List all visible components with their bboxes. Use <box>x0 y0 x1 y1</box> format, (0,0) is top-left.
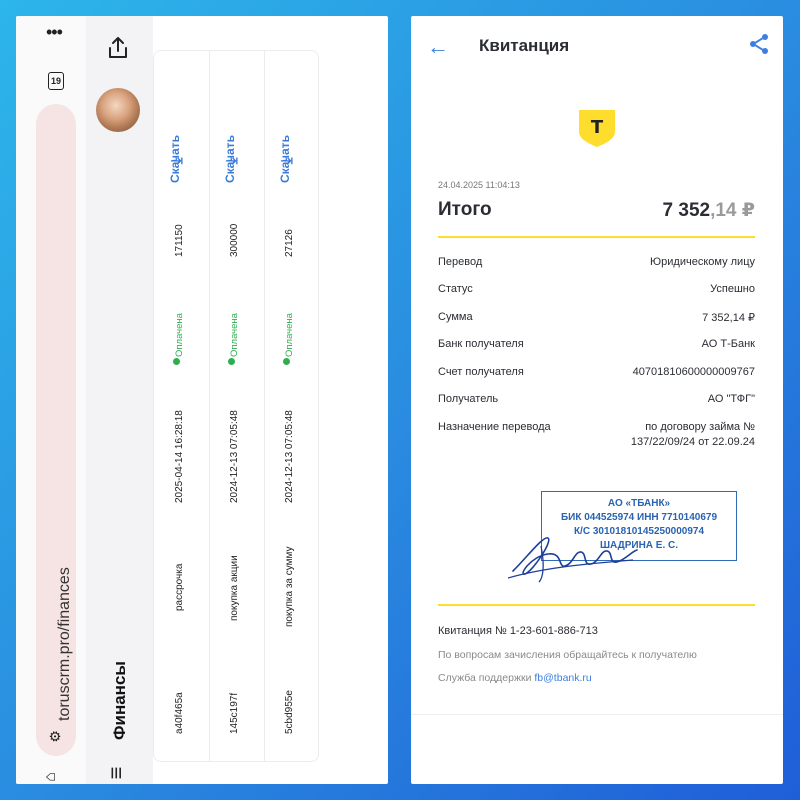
field-value: 40701810600000009767 <box>632 366 755 378</box>
more-menu-icon[interactable]: ••• <box>46 22 63 43</box>
signature <box>507 537 638 583</box>
date-cell: 2025-04-14 16:28:18 <box>174 410 185 503</box>
field-value: 7 352,14 ₽ <box>702 312 755 324</box>
field-value-line2: 137/22/09/24 от 22.09.24 <box>630 436 755 448</box>
download-icon[interactable]: ⇥ <box>170 151 183 171</box>
field-label: Сумма <box>438 311 473 323</box>
tabs-count-icon[interactable]: 19 <box>48 72 64 90</box>
table-row: Скачать ⇥ 27126 Оплачена 2024-12-13 07:0… <box>264 51 319 761</box>
avatar[interactable] <box>96 88 140 132</box>
browser-toolbar: ••• 19 toruscrm.pro/finances ⚙ ⌂ <box>16 16 86 784</box>
bank-logo-icon: Т <box>579 110 615 147</box>
total-value-main: 7 352 <box>662 200 711 221</box>
type-cell: рассрочка <box>174 563 185 611</box>
page-title: Квитанция <box>479 36 570 55</box>
id-cell: 145c197f <box>229 692 240 734</box>
field-value: Успешно <box>710 283 755 295</box>
address-bar-url: toruscrm.pro/finances <box>56 567 73 721</box>
field-value: АО Т-Банк <box>701 338 755 350</box>
field-value: АО "ТФГ" <box>707 393 755 405</box>
amount-cell: 300000 <box>229 223 240 257</box>
site-settings-icon[interactable]: ⚙ <box>47 730 64 743</box>
status-dot <box>283 358 290 365</box>
bank-logo-letter: Т <box>591 117 604 138</box>
type-cell: покупка акции <box>229 555 240 621</box>
field-label: Банк получателя <box>438 338 524 350</box>
amount-cell: 171150 <box>174 224 185 257</box>
menu-icon[interactable]: ≡ <box>103 767 129 780</box>
id-cell: a40f465a <box>174 692 185 734</box>
table-row: Скачать ⇥ 300000 Оплачена 2024-12-13 07:… <box>209 51 265 761</box>
finances-table: Скачать ⇥ 171150 Оплачена 2025-04-14 16:… <box>153 50 319 762</box>
support-line: Служба поддержки fb@tbank.ru <box>438 672 592 684</box>
upload-icon[interactable] <box>104 34 132 62</box>
home-icon[interactable]: ⌂ <box>42 772 60 782</box>
page-title: Финансы <box>110 661 129 740</box>
field-value: Юридическому лицу <box>650 256 755 268</box>
field-label: Статус <box>438 283 473 295</box>
app-sidebar: Финансы ≡ <box>86 16 153 784</box>
stamp-line: АО «ТБАНК» <box>607 498 671 509</box>
back-arrow-icon[interactable]: ← <box>427 34 449 60</box>
divider <box>411 714 783 715</box>
table-row: Скачать ⇥ 171150 Оплачена 2025-04-14 16:… <box>154 51 210 761</box>
share-icon[interactable] <box>747 32 771 56</box>
type-cell: покупка за сумму <box>284 546 295 628</box>
divider <box>438 236 755 238</box>
support-email-link[interactable]: fb@tbank.ru <box>534 672 591 684</box>
status-dot <box>173 358 180 365</box>
status-badge: Оплачена <box>284 313 295 357</box>
field-label: Перевод <box>438 256 483 268</box>
status-badge: Оплачена <box>229 313 240 357</box>
date-cell: 2024-12-13 07:05:48 <box>284 410 295 503</box>
receipt-screen: ← Квитанция Т 24.04.2025 11:04:13 Итого … <box>411 16 783 784</box>
field-label: Назначение перевода <box>438 421 551 433</box>
download-icon[interactable]: ⇥ <box>280 151 293 171</box>
browser-screenshot: ••• 19 toruscrm.pro/finances ⚙ ⌂ Финансы… <box>16 16 388 784</box>
receipt-datetime: 24.04.2025 11:04:13 <box>438 180 520 190</box>
date-cell: 2024-12-13 07:05:48 <box>229 410 240 503</box>
divider <box>438 604 755 606</box>
field-label: Получатель <box>438 393 499 405</box>
field-label: Счет получателя <box>438 366 524 378</box>
status-dot <box>228 358 235 365</box>
id-cell: 5cbd955e <box>284 690 295 734</box>
download-icon[interactable]: ⇥ <box>225 151 238 171</box>
total-label: Итого <box>438 199 492 220</box>
total-value-cents: ,14 ₽ <box>710 200 755 221</box>
status-badge: Оплачена <box>174 313 185 357</box>
amount-cell: 27126 <box>284 229 295 257</box>
contact-note: По вопросам зачисления обращайтесь к пол… <box>438 649 697 661</box>
receipt-number: Квитанция № 1-23-601-886-713 <box>438 625 598 637</box>
support-label: Служба поддержки <box>438 672 535 684</box>
field-value: по договору займа № <box>645 421 755 433</box>
total-value: 7 352,14 ₽ <box>663 199 755 222</box>
